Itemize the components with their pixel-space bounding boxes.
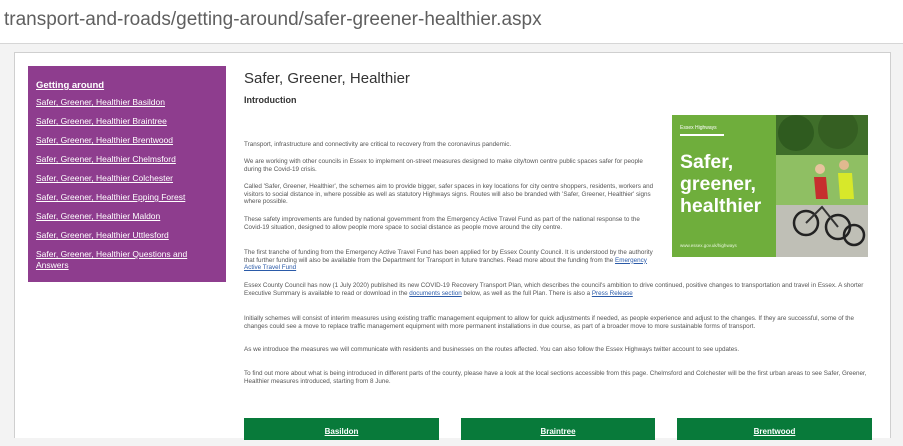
essex-highways-logo: Essex Highways [680, 125, 732, 141]
sidebar-link-braintree[interactable]: Safer, Greener, Healthier Braintree [36, 116, 218, 127]
sidebar-nav: Getting around Safer, Greener, Healthier… [28, 66, 226, 282]
press-release-link[interactable]: Press Release [592, 290, 633, 297]
documents-section-link[interactable]: documents section [409, 290, 462, 297]
basildon-button[interactable]: Basildon [244, 418, 439, 440]
page-title: Safer, Greener, Healthier [244, 70, 410, 87]
sidebar-link-uttlesford[interactable]: Safer, Greener, Healthier Uttlesford [36, 230, 218, 241]
paragraph-7: Initially schemes will consist of interi… [244, 315, 854, 330]
paragraph-6-text-2: below, as well as the full Plan. There i… [461, 289, 592, 297]
sidebar-heading-link[interactable]: Getting around [36, 80, 218, 91]
paragraph-5: The first tranche of funding from the Em… [244, 249, 659, 272]
paragraph-8: As we introduce the measures we will com… [244, 346, 740, 353]
promo-website: www.essex.gov.uk/highways [680, 243, 737, 248]
sidebar-link-questions-answers[interactable]: Safer, Greener, Healthier Questions and … [36, 249, 218, 271]
sidebar-link-basildon[interactable]: Safer, Greener, Healthier Basildon [36, 97, 218, 108]
sidebar-link-epping-forest[interactable]: Safer, Greener, Healthier Epping Forest [36, 192, 218, 203]
promo-headline-line-1: Safer, [680, 151, 734, 173]
paragraph-6: Essex County Council has now (1 July 202… [244, 282, 872, 297]
paragraph-4: These safety improvements are funded by … [244, 216, 640, 231]
address-bar[interactable]: transport-and-roads/getting-around/safer… [0, 0, 903, 44]
url-text[interactable]: transport-and-roads/getting-around/safer… [4, 9, 542, 31]
paragraph-9: To find out more about what is being int… [244, 370, 867, 385]
sidebar-link-maldon[interactable]: Safer, Greener, Healthier Maldon [36, 211, 218, 222]
brand-label: Essex Highways [680, 125, 717, 131]
brentwood-button[interactable]: Brentwood [677, 418, 872, 440]
promo-headline: Safer, greener, healthier [680, 151, 761, 217]
sidebar-link-colchester[interactable]: Safer, Greener, Healthier Colchester [36, 173, 218, 184]
promo-headline-line-3: healthier [680, 195, 762, 217]
braintree-button[interactable]: Braintree [461, 418, 655, 440]
promo-image: Essex Highways Safer, greener, healthier… [672, 115, 868, 257]
section-heading: Introduction [244, 95, 297, 105]
sidebar-link-brentwood[interactable]: Safer, Greener, Healthier Brentwood [36, 135, 218, 146]
paragraph-2: We are working with other councils in Es… [244, 158, 643, 173]
sidebar-link-chelmsford[interactable]: Safer, Greener, Healthier Chelmsford [36, 154, 218, 165]
paragraph-3: Called 'Safer, Greener, Healthier', the … [244, 183, 654, 206]
promo-headline-line-2: greener, [680, 173, 756, 195]
paragraph-5-text: The first tranche of funding from the Em… [244, 249, 653, 264]
cyclists-photo [776, 115, 868, 257]
paragraph-1: Transport, infrastructure and connectivi… [244, 141, 512, 148]
